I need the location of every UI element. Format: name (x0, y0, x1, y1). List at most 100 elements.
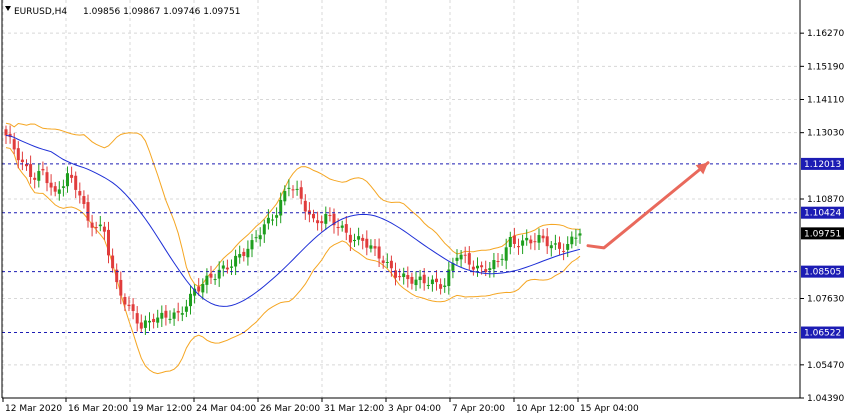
candle-body (262, 224, 266, 235)
candle-body (53, 186, 57, 192)
chart-window[interactable]: 1.12013 1.10424 1.08505 1.06522 1.09751 1.16… (0, 0, 846, 419)
candle-body (287, 187, 291, 189)
ohlc-readout: 1.09856 1.09867 1.09746 1.09751 (83, 7, 240, 17)
chart-header: EURUSD,H4 1.09856 1.09867 1.09746 1.0975… (5, 6, 240, 17)
candle-body (246, 248, 250, 258)
candle-body (242, 251, 246, 257)
candle-body (402, 273, 406, 278)
candle-body (455, 257, 459, 261)
current-price-label: 1.09751 (804, 229, 841, 239)
x-tick-label: 19 Mar 12:00 (132, 404, 192, 414)
candle-body (463, 254, 467, 256)
x-tick-label: 15 Apr 04:00 (580, 404, 639, 414)
chart-background (0, 0, 846, 419)
candle-body (111, 255, 115, 269)
candle-body (435, 278, 438, 283)
candle-body (152, 318, 156, 323)
candle-body (430, 279, 434, 285)
candle-body (295, 188, 299, 190)
candle-body (189, 293, 192, 307)
candle-body (143, 320, 147, 328)
candle-body (184, 306, 188, 312)
candle-body (90, 222, 94, 228)
candle-body (414, 279, 418, 286)
candle-body (488, 268, 492, 271)
candle-body (373, 246, 377, 249)
candle-body (123, 297, 127, 305)
candle-body (566, 243, 570, 250)
candle-body (312, 213, 315, 219)
y-tick-label: 1.07630 (807, 295, 844, 305)
candle-body (139, 322, 143, 329)
candle-body (324, 213, 328, 224)
candle-body (29, 164, 33, 177)
candle-body (16, 148, 20, 161)
candle-body (20, 159, 24, 163)
candle-body (537, 235, 541, 243)
candle-body (459, 254, 463, 260)
candle-body (357, 236, 361, 240)
candle-body (205, 275, 209, 285)
candle-body (12, 139, 16, 150)
level-tag-label: 1.06522 (804, 329, 841, 339)
candle-body (521, 240, 525, 246)
candle-body (389, 260, 393, 269)
candle-body (230, 266, 233, 268)
candle-body (299, 187, 303, 199)
candle-body (33, 177, 37, 180)
candle-body (348, 234, 352, 243)
level-tag-label: 1.10424 (804, 209, 841, 219)
candle-body (37, 171, 41, 181)
candle-body (234, 255, 238, 267)
candle-body (496, 261, 500, 263)
candle-body (221, 265, 225, 269)
y-tick-label: 1.15190 (807, 62, 844, 72)
candle-body (209, 273, 213, 278)
candle-body (41, 168, 45, 171)
candle-body (406, 275, 410, 280)
x-tick-label: 31 Mar 12:00 (324, 404, 384, 414)
candle-body (275, 215, 279, 218)
candle-body (254, 237, 258, 239)
candle-body (168, 318, 172, 320)
candle-body (558, 242, 561, 249)
candle-body (176, 310, 180, 313)
candle-body (127, 304, 131, 307)
candle-body (82, 196, 86, 205)
candle-body (156, 317, 160, 323)
candle-body (480, 265, 484, 268)
candle-body (553, 243, 557, 245)
candle-body (320, 221, 324, 224)
candle-body (385, 261, 389, 263)
candle-body (422, 274, 426, 284)
candle-body (562, 250, 566, 252)
candle-body (45, 172, 49, 184)
candle-body (135, 313, 139, 324)
candle-body (49, 182, 53, 188)
candle-body (500, 258, 504, 260)
candle-body (549, 245, 553, 249)
candle-body (61, 186, 65, 188)
candle-body (160, 312, 164, 319)
candle-body (148, 320, 151, 323)
candle-body (213, 279, 217, 281)
candle-body (340, 225, 344, 228)
candle-body (570, 236, 574, 245)
candle-body (426, 284, 430, 286)
candle-body (283, 191, 287, 202)
candle-body (57, 189, 61, 194)
candle-body (578, 233, 582, 236)
candle-body (443, 285, 447, 287)
candle-body (529, 239, 533, 244)
candle-body (316, 220, 320, 224)
candle-body (398, 276, 402, 278)
candle-body (250, 240, 254, 250)
level-tag-label: 1.12013 (804, 160, 841, 170)
candle-body (131, 304, 135, 312)
candle-body (418, 276, 422, 281)
y-tick-label: 1.04390 (807, 394, 844, 404)
level-tag-label: 1.08505 (804, 268, 841, 278)
candle-body (238, 254, 242, 258)
candle-body (410, 276, 414, 284)
candle-body (369, 245, 373, 249)
